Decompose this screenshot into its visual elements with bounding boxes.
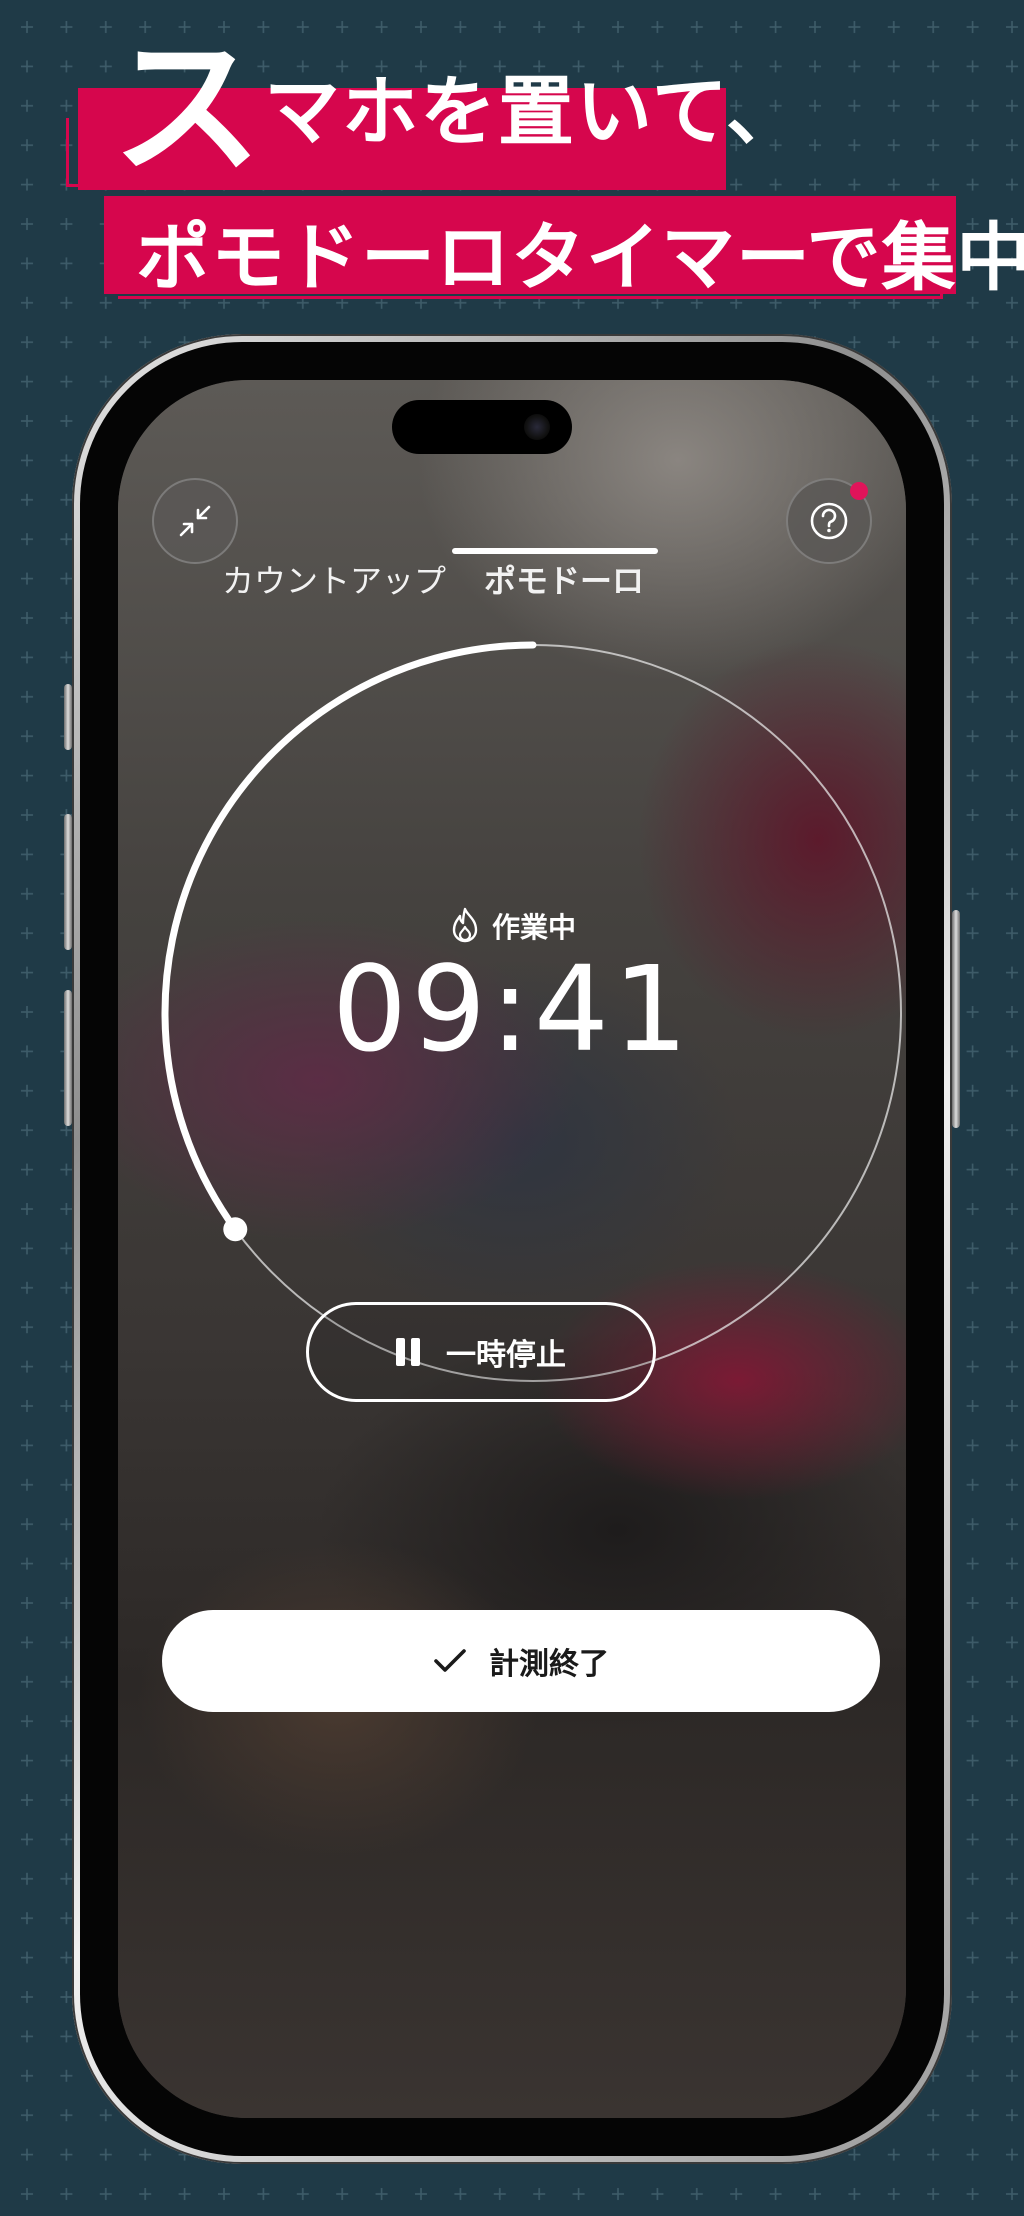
headline-line1-big: ス — [112, 22, 265, 196]
headline: スマホを置いて、 ポモドーロタイマーで集中 — [0, 0, 1024, 320]
help-button[interactable] — [786, 478, 872, 564]
phone-frame: カウントアップ ポモドーロ 作業中 09:41 一時停止 計測終了 — [72, 334, 952, 2164]
action-button — [64, 684, 72, 750]
phone-screen: カウントアップ ポモドーロ 作業中 09:41 一時停止 計測終了 — [118, 380, 906, 2118]
front-camera — [524, 414, 550, 440]
timer-display: 09:41 — [331, 940, 693, 1078]
collapse-arrows-icon — [179, 505, 211, 537]
check-icon — [434, 1649, 466, 1672]
headline-line2: ポモドーロタイマーで集中 — [136, 215, 1024, 301]
end-measurement-button[interactable]: 計測終了 — [162, 1610, 880, 1712]
tab-count-up[interactable]: カウントアップ — [222, 556, 446, 602]
power-button — [952, 910, 960, 1128]
tab-active-underline — [452, 548, 658, 554]
notification-dot — [850, 482, 868, 500]
end-measurement-label: 計測終了 — [489, 1647, 609, 1682]
dial-progress-knob — [223, 1217, 248, 1242]
collapse-button[interactable] — [152, 478, 238, 564]
question-circle-icon — [810, 502, 848, 540]
pause-button-label: 一時停止 — [446, 1338, 566, 1373]
volume-up-button — [64, 814, 72, 950]
pause-button[interactable]: 一時停止 — [306, 1302, 656, 1402]
headline-line1: スマホを置いて、 — [112, 34, 804, 184]
pause-icon — [396, 1338, 420, 1366]
dynamic-island — [392, 400, 572, 454]
headline-line1-rest: マホを置いて、 — [264, 67, 804, 156]
volume-down-button — [64, 990, 72, 1126]
tab-pomodoro[interactable]: ポモドーロ — [484, 556, 644, 602]
phone-bezel: カウントアップ ポモドーロ 作業中 09:41 一時停止 計測終了 — [80, 342, 944, 2156]
